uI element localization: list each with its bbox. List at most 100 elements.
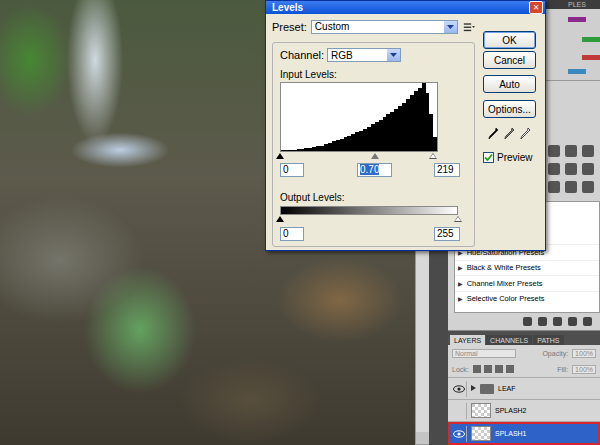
dialog-title: Levels	[272, 2, 303, 14]
opacity-field[interactable]: 100%	[572, 349, 596, 358]
slider-handle[interactable]	[371, 153, 379, 159]
adjustment-icon[interactable]	[548, 163, 560, 175]
input-level-field[interactable]: 219	[434, 163, 460, 177]
output-levels-label: Output Levels:	[280, 192, 465, 203]
adjustments-footer	[448, 313, 600, 331]
checkmark-icon	[484, 153, 493, 162]
eyedroppers	[483, 127, 536, 142]
eyedropper-button[interactable]	[520, 127, 531, 142]
layer-name: SPLASH1	[495, 430, 527, 437]
swatch[interactable]	[582, 37, 600, 42]
adjustment-icon[interactable]	[565, 163, 577, 175]
title-bar: Levels ✕	[266, 1, 545, 14]
swatch[interactable]	[568, 69, 586, 74]
channel-label: Channel:	[280, 49, 324, 61]
panel-tab[interactable]: PATHS	[533, 335, 563, 345]
slider-handle[interactable]	[454, 216, 462, 222]
dropdown-button[interactable]	[387, 49, 400, 61]
preset-item[interactable]: ▶Channel Mixer Presets	[455, 275, 599, 291]
panel-tab[interactable]: CHANNELS	[486, 335, 532, 345]
swatch[interactable]	[582, 55, 600, 60]
footer-icon[interactable]	[553, 317, 562, 326]
eye-icon	[453, 430, 465, 438]
field-text: 219	[437, 164, 454, 175]
visibility-toggle[interactable]	[452, 381, 467, 397]
input-level-field[interactable]: 0.70	[357, 163, 392, 177]
preview-checkbox[interactable]	[483, 152, 494, 163]
fill-field[interactable]: 100%	[572, 365, 596, 374]
preset-row: Preset: Custom	[272, 18, 475, 35]
output-gradient	[280, 206, 458, 215]
channel-row: Channel:RGB	[280, 47, 465, 63]
dialog-button[interactable]: Auto	[483, 75, 536, 93]
histogram	[280, 82, 438, 152]
preset-menu-icon	[462, 21, 475, 33]
blend-mode-dropdown[interactable]: Normal	[452, 349, 516, 358]
adjustment-icon-row	[548, 181, 594, 193]
adjustment-icon[interactable]	[548, 145, 560, 157]
adjustment-icon[interactable]	[582, 181, 594, 193]
eyedropper-icon	[520, 127, 531, 140]
field-text: 0	[283, 164, 289, 175]
eyedropper-icon	[504, 127, 515, 140]
layer-row[interactable]: SPLASH1	[448, 421, 600, 445]
lock-icon[interactable]	[484, 365, 492, 373]
panel-tab[interactable]: LAYERS	[450, 335, 485, 345]
eyedropper-button[interactable]	[488, 127, 499, 142]
adjustment-icon[interactable]	[565, 145, 577, 157]
eyedropper-button[interactable]	[504, 127, 515, 142]
controls-column: Preset:CustomChannel:RGBInput Levels:00.…	[272, 18, 475, 247]
adjustment-icon[interactable]	[548, 181, 560, 193]
dropdown-button[interactable]	[444, 21, 457, 33]
output-level-field[interactable]: 0	[280, 227, 304, 241]
lock-icon[interactable]	[473, 365, 481, 373]
preset-item[interactable]: ▶Black & White Presets	[455, 260, 599, 276]
input-level-field[interactable]: 0	[280, 163, 304, 177]
output-slider[interactable]	[280, 215, 458, 223]
expand-arrow[interactable]: ▶	[458, 264, 463, 271]
swatch[interactable]	[568, 17, 586, 22]
layer-row[interactable]: SPLASH2	[448, 399, 600, 421]
dialog-body: Preset:CustomChannel:RGBInput Levels:00.…	[266, 14, 545, 251]
channel-dropdown[interactable]: RGB	[327, 48, 401, 62]
footer-icon[interactable]	[523, 317, 532, 326]
dialog-button[interactable]: OK	[483, 31, 536, 49]
slider-handle[interactable]	[276, 216, 284, 222]
layer-thumbnail	[471, 426, 491, 441]
adjustment-icon[interactable]	[565, 181, 577, 193]
visibility-toggle[interactable]	[452, 426, 467, 442]
slider-handle[interactable]	[276, 153, 284, 159]
expand-arrow[interactable]	[471, 385, 476, 392]
chevron-down-icon	[447, 25, 454, 29]
adjustment-icon-row	[548, 145, 594, 157]
lock-row: Lock:Fill:100%	[448, 361, 600, 377]
dialog-button[interactable]: Cancel	[483, 51, 536, 69]
input-slider[interactable]	[280, 152, 438, 161]
footer-icon[interactable]	[568, 317, 577, 326]
footer-icon[interactable]	[583, 317, 592, 326]
preset-value: Custom	[315, 21, 349, 32]
preset-dropdown[interactable]: Custom	[311, 20, 458, 34]
output-fields: 0 255	[280, 226, 465, 242]
layer-row[interactable]: LEAF	[448, 377, 600, 399]
dialog-button[interactable]: Options...	[483, 100, 536, 118]
scroll-down-button[interactable]	[416, 432, 429, 445]
preset-item[interactable]: ▶Selective Color Presets	[455, 291, 599, 307]
expand-arrow[interactable]: ▶	[458, 295, 463, 302]
footer-icon[interactable]	[538, 317, 547, 326]
visibility-toggle[interactable]	[452, 403, 467, 419]
slider-handle[interactable]	[429, 153, 437, 159]
adjustment-icon[interactable]	[582, 145, 594, 157]
preset-label: Preset:	[272, 21, 307, 33]
layer-thumbnail	[471, 403, 491, 418]
adjustment-icon[interactable]	[582, 163, 594, 175]
input-fields: 0 0.70 219	[280, 162, 465, 178]
fill-label: Fill:	[557, 366, 568, 373]
lock-icon[interactable]	[506, 365, 514, 373]
close-button[interactable]: ✕	[529, 1, 543, 14]
output-level-field[interactable]: 255	[434, 227, 460, 241]
expand-arrow[interactable]: ▶	[458, 280, 463, 287]
lock-icon[interactable]	[495, 365, 503, 373]
preview-row: Preview	[483, 152, 536, 163]
chevron-down-icon	[390, 53, 397, 57]
